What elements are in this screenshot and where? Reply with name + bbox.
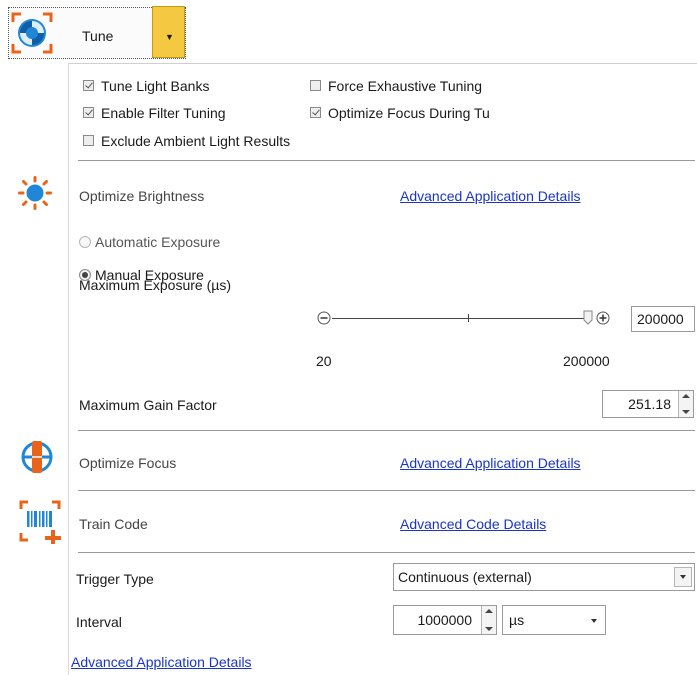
advanced-code-details-link[interactable]: Advanced Code Details — [400, 515, 546, 533]
divider — [78, 490, 695, 491]
footer-advanced-details-link[interactable]: Advanced Application Details — [71, 653, 252, 671]
automatic-exposure-radio[interactable] — [79, 236, 91, 248]
optimize-focus-title: Optimize Focus — [79, 455, 177, 471]
tune-light-banks-checkbox[interactable] — [83, 80, 94, 91]
divider — [78, 430, 695, 431]
max-exposure-input[interactable]: 200000 — [631, 306, 695, 332]
slider-max-label: 200000 — [563, 353, 610, 369]
interval-label: Interval — [76, 614, 122, 630]
exclude-ambient-light-checkbox[interactable] — [83, 135, 94, 146]
slider-thumb[interactable] — [583, 310, 593, 325]
gain-spin-buttons[interactable] — [678, 391, 693, 417]
max-exposure-slider[interactable] — [317, 308, 617, 330]
slider-tick — [468, 314, 469, 322]
max-exposure-value: 200000 — [637, 311, 684, 327]
max-exposure-label: Maximum Exposure (µs) — [79, 277, 231, 293]
max-gain-label: Maximum Gain Factor — [79, 397, 217, 413]
train-code-title: Train Code — [79, 516, 148, 532]
slider-decrease-icon[interactable] — [317, 311, 331, 325]
enable-filter-tuning-checkbox[interactable] — [83, 107, 94, 118]
tune-light-banks-label: Tune Light Banks — [101, 78, 210, 94]
interval-unit-value: µs — [509, 612, 525, 628]
force-exhaustive-tuning-checkbox[interactable] — [310, 80, 321, 91]
force-exhaustive-tuning-label: Force Exhaustive Tuning — [328, 78, 483, 94]
optimize-focus-during-tuning-checkbox[interactable] — [310, 107, 321, 118]
slider-increase-icon[interactable] — [596, 311, 610, 325]
barcode-train-icon — [19, 500, 63, 546]
brightness-advanced-details-link[interactable]: Advanced Application Details — [400, 187, 581, 205]
chevron-down-icon: ▼ — [165, 32, 174, 42]
trigger-type-value: Continuous (external) — [398, 569, 532, 585]
exclude-ambient-light-label: Exclude Ambient Light Results — [101, 133, 291, 149]
slider-min-label: 20 — [316, 353, 332, 369]
divider — [69, 63, 697, 64]
interval-value: 1000000 — [417, 612, 472, 628]
sun-icon — [18, 176, 52, 210]
slider-track — [332, 318, 589, 319]
divider — [78, 552, 695, 553]
focus-icon — [20, 439, 54, 475]
interval-spin-buttons[interactable] — [481, 606, 496, 634]
divider — [78, 160, 695, 161]
max-gain-spinner[interactable]: 251.18 — [602, 390, 694, 418]
trigger-type-label: Trigger Type — [76, 571, 154, 587]
tune-label: Tune — [82, 28, 114, 44]
automatic-exposure-label: Automatic Exposure — [95, 234, 221, 250]
left-gutter-divider — [68, 63, 69, 675]
trigger-type-select[interactable]: Continuous (external) — [393, 563, 695, 591]
optimize-brightness-title: Optimize Brightness — [79, 188, 205, 204]
interval-spinner[interactable]: 1000000 — [393, 605, 497, 635]
focus-advanced-details-link[interactable]: Advanced Application Details — [400, 454, 581, 472]
tune-icon — [11, 12, 53, 54]
chevron-down-icon[interactable] — [674, 567, 692, 587]
chevron-down-icon — [591, 619, 597, 623]
optimize-focus-during-tuning-label: Optimize Focus During Tu — [328, 105, 490, 121]
max-gain-value: 251.18 — [628, 396, 671, 412]
enable-filter-tuning-label: Enable Filter Tuning — [101, 105, 226, 121]
tune-dropdown-button[interactable]: ▼ — [152, 6, 185, 58]
interval-unit-select[interactable]: µs — [502, 605, 606, 635]
